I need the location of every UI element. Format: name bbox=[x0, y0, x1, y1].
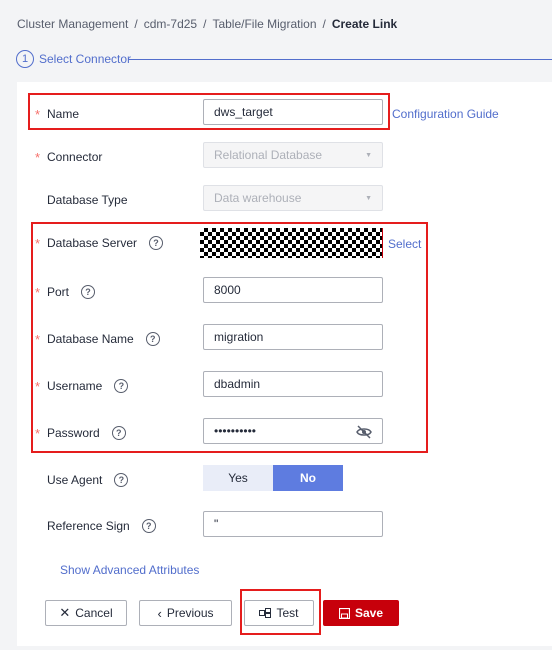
chevron-down-icon: ▼ bbox=[365, 194, 372, 202]
reference-sign-label: Reference Sign bbox=[47, 519, 130, 533]
breadcrumb-item-cluster-id[interactable]: cdm-7d25 bbox=[144, 17, 197, 31]
breadcrumb-item-cluster[interactable]: Cluster Management bbox=[17, 17, 128, 31]
highlight-box-test bbox=[240, 589, 321, 635]
cancel-label: Cancel bbox=[75, 606, 113, 620]
breadcrumb-current: Create Link bbox=[331, 17, 398, 31]
help-icon[interactable]: ? bbox=[114, 473, 129, 487]
use-agent-no[interactable]: No bbox=[273, 465, 343, 491]
save-label: Save bbox=[354, 606, 384, 620]
use-agent-label: Use Agent bbox=[47, 473, 103, 487]
database-type-value: Data warehouse bbox=[214, 191, 302, 205]
create-link-form: * Name dws_target Configuration Guide * Co… bbox=[17, 82, 552, 646]
reference-sign-input[interactable]: " bbox=[203, 511, 383, 537]
previous-button[interactable]: ‹ Previous bbox=[139, 600, 232, 626]
previous-label: Previous bbox=[166, 606, 214, 620]
use-agent-yes[interactable]: Yes bbox=[203, 465, 273, 491]
close-icon: ✕ bbox=[59, 605, 71, 620]
breadcrumb-item-migration[interactable]: Table/File Migration bbox=[212, 17, 316, 31]
connector-row: * Connector Relational Database ▼ bbox=[17, 142, 552, 172]
save-button[interactable]: Save bbox=[323, 600, 399, 626]
breadcrumb-separator: / bbox=[134, 17, 138, 31]
use-agent-row: Use Agent? Yes No bbox=[17, 465, 552, 495]
cancel-button[interactable]: ✕ Cancel bbox=[45, 600, 127, 626]
highlight-box-name bbox=[28, 93, 390, 130]
breadcrumb-separator: / bbox=[322, 17, 326, 31]
connector-label: Connector bbox=[47, 150, 103, 164]
connector-select: Relational Database ▼ bbox=[203, 142, 383, 168]
breadcrumb: Cluster Management / cdm-7d25 / Table/File M… bbox=[17, 17, 397, 31]
chevron-down-icon: ▼ bbox=[365, 151, 372, 159]
breadcrumb-separator: / bbox=[203, 17, 207, 31]
step-indicator: 1 Select Connector bbox=[16, 50, 131, 68]
configuration-guide-link[interactable]: Configuration Guide bbox=[392, 107, 499, 121]
use-agent-toggle: Yes No bbox=[203, 465, 343, 491]
step-label: Select Connector bbox=[39, 52, 132, 66]
reference-sign-row: Reference Sign? " bbox=[17, 511, 552, 541]
required-mark: * bbox=[35, 149, 41, 165]
database-type-label: Database Type bbox=[47, 193, 128, 207]
step-divider bbox=[128, 59, 552, 60]
save-icon bbox=[338, 607, 350, 619]
connector-value: Relational Database bbox=[214, 148, 323, 162]
database-type-select: Data warehouse ▼ bbox=[203, 185, 383, 211]
step-number: 1 bbox=[16, 50, 34, 68]
help-icon[interactable]: ? bbox=[141, 519, 156, 533]
show-advanced-attributes-link[interactable]: Show Advanced Attributes bbox=[60, 563, 199, 577]
database-type-row: Database Type Data warehouse ▼ bbox=[17, 185, 552, 215]
highlight-box-connection bbox=[31, 222, 428, 453]
chevron-left-icon: ‹ bbox=[157, 605, 162, 621]
